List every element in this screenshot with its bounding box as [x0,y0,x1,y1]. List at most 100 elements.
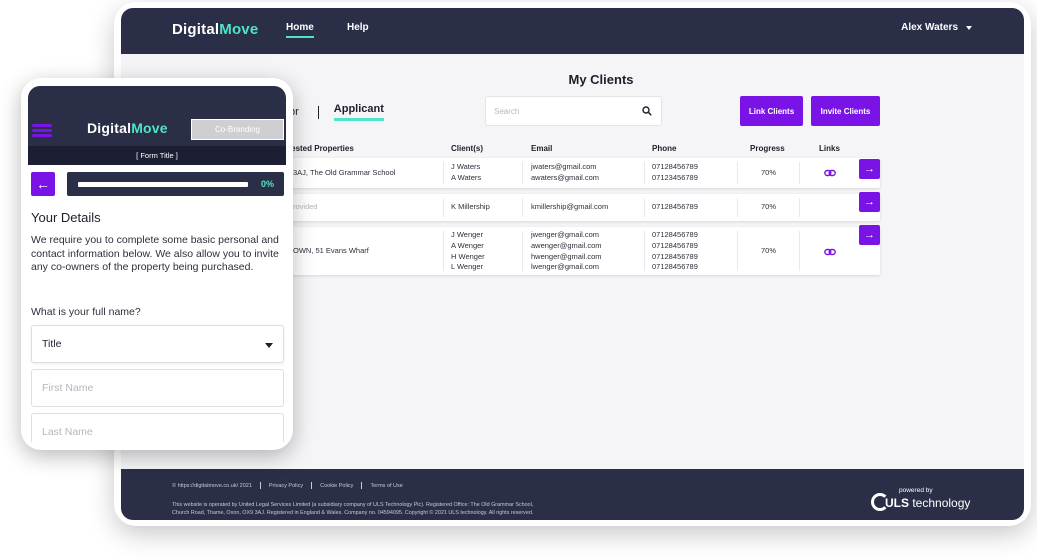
brand-rest: technology [912,496,971,510]
row-emails: kmillership@gmail.com [531,202,609,211]
chevron-down-icon [966,25,972,30]
footer-divider [259,482,261,489]
footer-divider [361,482,363,489]
client-phone: 07128456789 [652,230,698,239]
link-icon[interactable] [824,169,836,177]
logo-text: Digital [87,120,132,136]
nav-help-link[interactable]: Help [347,22,369,33]
column-divider [443,198,444,217]
table-row[interactable]: rovided K Millership kmillership@gmail.c… [241,194,880,221]
row-phones: 07128456789 07128456789 07128456789 0712… [652,230,698,273]
row-property: OWN, 51 Evans Wharf [293,246,369,255]
client-email: jwenger@gmail.com [531,230,600,239]
open-row-button[interactable]: → [859,192,880,212]
logo-text-accent: Move [131,120,168,136]
row-phones: 07128456789 07123456789 [652,162,698,184]
client-name: A Wenger [451,240,484,250]
open-row-button[interactable]: → [859,159,880,179]
first-name-input[interactable]: First Name [31,369,284,407]
row-phones: 07128456789 [652,202,698,211]
search-input[interactable]: Search [485,96,662,126]
client-email: awaters@gmail.com [531,172,600,182]
mobile-mockup: DigitalMove Co-Branding [ Form Title ] ←… [21,78,293,450]
footer-copyright[interactable]: © https://digitalmove.co.uk/ 2021 [172,483,252,489]
header-properties: rested Properties [288,144,354,153]
open-row-button[interactable]: → [859,225,880,245]
client-name: J Waters [451,162,481,171]
footer-terms-link[interactable]: Terms of Use [370,483,402,489]
row-progress: 70% [761,246,777,255]
hamburger-menu-icon[interactable] [32,124,52,137]
search-placeholder: Search [494,107,520,116]
link-clients-button[interactable]: Link Clients [740,96,803,126]
column-divider [644,231,645,271]
client-email: jwaters@gmail.com [531,162,597,171]
arrow-left-icon: ← [36,176,50,192]
footer-links: © https://digitalmove.co.uk/ 2021 Privac… [172,482,403,489]
row-clients: J Waters A Waters [451,162,481,184]
back-button[interactable]: ← [31,172,55,196]
title-select[interactable]: Title [31,325,284,363]
header-progress: Progress [750,144,785,153]
progress-track [78,182,248,187]
row-progress: 70% [761,168,777,177]
tab-divider [317,105,319,119]
column-divider [644,162,645,184]
last-name-input[interactable]: Last Name [31,413,284,442]
legal-line: Church Road, Thame, Oxon, OX9 3AJ. Regis… [172,509,534,516]
footer-cookie-link[interactable]: Cookie Policy [320,483,353,489]
brand-bold: ULS [885,496,909,510]
top-navigation: DigitalMove Home Help Alex Waters [121,8,1024,54]
footer-legal-text: This website is operated by United Legal… [172,502,642,517]
header-clients: Client(s) [451,144,483,153]
row-clients: K Millership [451,202,490,211]
row-progress: 70% [761,202,777,211]
client-email: hwenger@gmail.com [531,251,602,261]
powered-label: powered by [899,487,933,494]
column-divider [522,198,523,217]
mobile-screen: DigitalMove Co-Branding [ Form Title ] ←… [28,86,286,442]
client-name: A Waters [451,172,482,182]
table-row[interactable]: 3AJ, The Old Grammar School J Waters A W… [241,158,880,188]
progress-percent: 0% [260,179,274,189]
arrow-right-icon: → [864,229,875,241]
powered-by-uls-logo: powered by ULS technology [871,485,981,513]
footer-privacy-link[interactable]: Privacy Policy [269,483,303,489]
client-phone: 07128456789 [652,162,698,171]
footer-divider [311,482,313,489]
client-name: H Wenger [451,251,485,261]
chevron-down-icon [265,343,273,348]
user-menu[interactable]: Alex Waters [901,22,972,33]
row-emails: jwenger@gmail.com awenger@gmail.com hwen… [531,230,602,273]
column-divider [737,198,738,217]
arrow-right-icon: → [864,163,875,175]
column-divider [522,162,523,184]
header-email: Email [531,144,553,153]
link-icon[interactable] [824,248,836,256]
invite-clients-button[interactable]: Invite Clients [811,96,880,126]
search-icon[interactable] [642,106,652,116]
mobile-app-logo[interactable]: DigitalMove [87,120,168,136]
mobile-header: DigitalMove Co-Branding [28,86,286,146]
table-row[interactable]: OWN, 51 Evans Wharf J Wenger A Wenger H … [241,227,880,275]
client-phone: 07128456789 [652,251,698,261]
client-email: awenger@gmail.com [531,240,602,250]
client-type-tabs: or Applicant [289,103,384,121]
app-logo[interactable]: DigitalMove [172,21,258,38]
tab-applicant[interactable]: Applicant [333,103,384,121]
page-footer: © https://digitalmove.co.uk/ 2021 Privac… [121,469,1024,520]
column-divider [737,162,738,184]
logo-text-accent: Move [219,21,259,38]
column-divider [799,162,800,184]
client-name: L Wenger [451,262,484,272]
row-emails: jwaters@gmail.com awaters@gmail.com [531,162,599,184]
column-divider [443,162,444,184]
logo-text: Digital [172,21,220,38]
nav-home-link[interactable]: Home [286,22,314,38]
column-divider [737,231,738,271]
arrow-right-icon: → [864,196,875,208]
column-divider [644,198,645,217]
client-name: J Wenger [451,230,483,239]
name-question: What is your full name? [31,306,141,318]
client-email: lwenger@gmail.com [531,262,600,272]
